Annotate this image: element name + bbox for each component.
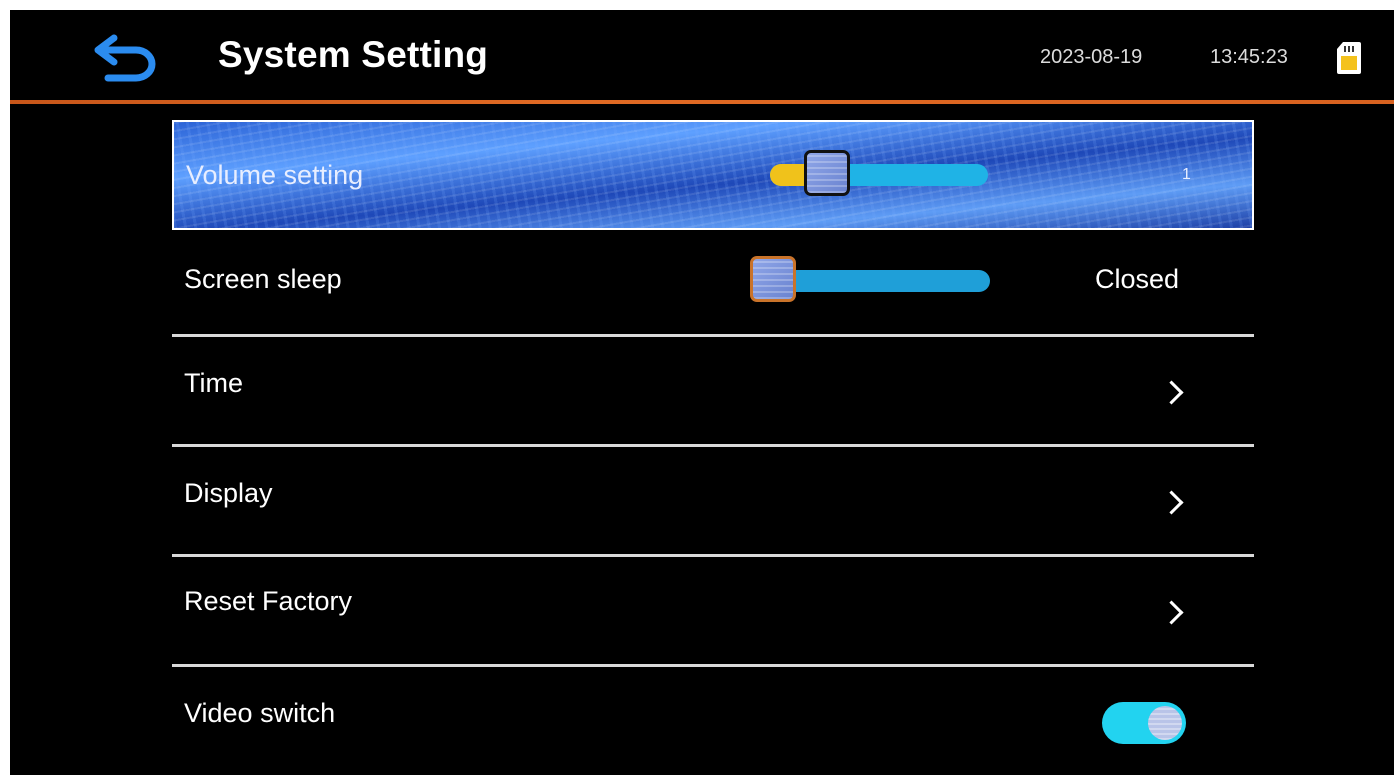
video-switch-toggle[interactable] [1102, 702, 1186, 744]
setting-row-time[interactable]: Time [172, 340, 1254, 444]
volume-value: 1 [1182, 166, 1191, 183]
back-arrow-icon [94, 34, 156, 82]
back-button[interactable] [84, 28, 164, 84]
page-title: System Setting [218, 34, 489, 75]
video-switch-toggle-knob [1148, 706, 1182, 740]
setting-row-video-switch[interactable]: Video switch [172, 670, 1254, 775]
status-time: 13:45:23 [1210, 46, 1288, 68]
reset-factory-label: Reset Factory [184, 586, 353, 616]
row-divider [172, 554, 1254, 557]
row-divider [172, 444, 1254, 447]
display-label: Display [184, 478, 273, 508]
sd-card-icon [1335, 40, 1363, 76]
screen-sleep-value: Closed [1095, 264, 1180, 294]
chevron-right-icon [1159, 600, 1184, 625]
volume-slider-thumb[interactable] [804, 150, 851, 196]
device-screen: System Setting 2023-08-19 13:45:23 Volum… [10, 10, 1394, 775]
screen-sleep-slider-thumb[interactable] [750, 256, 796, 302]
setting-row-display[interactable]: Display [172, 450, 1254, 554]
setting-row-screen-sleep[interactable]: Screen sleep Closed [172, 240, 1254, 340]
screen-sleep-label: Screen sleep [184, 264, 342, 294]
status-date: 2023-08-19 [1040, 46, 1143, 68]
setting-row-reset-factory[interactable]: Reset Factory [172, 560, 1254, 664]
screen-sleep-slider[interactable] [750, 256, 990, 302]
video-switch-label: Video switch [184, 698, 336, 728]
row-divider [172, 664, 1254, 667]
chevron-right-icon [1159, 380, 1184, 405]
time-label: Time [184, 368, 243, 398]
volume-label: Volume setting [186, 160, 364, 190]
chevron-right-icon [1159, 490, 1184, 515]
header-divider [10, 100, 1394, 104]
header-bar: System Setting 2023-08-19 13:45:23 [10, 10, 1394, 104]
setting-row-volume[interactable]: Volume setting 1 [172, 120, 1254, 230]
volume-slider[interactable] [770, 150, 988, 196]
row-divider [172, 334, 1254, 337]
